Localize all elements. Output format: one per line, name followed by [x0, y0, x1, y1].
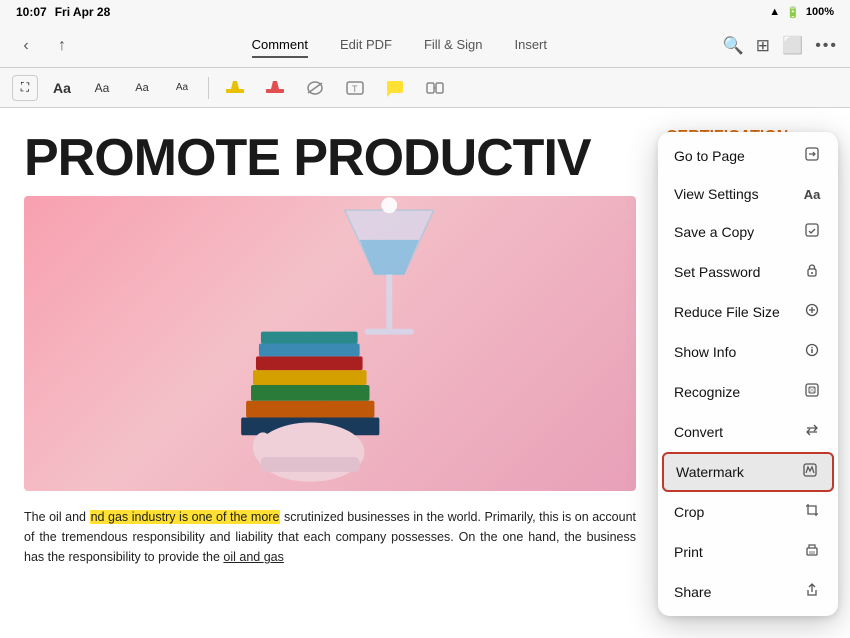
status-bar: 10:07 Fri Apr 28 ▲ 🔋 100%	[0, 0, 850, 24]
annotation-bar: ⛶ Aa Aa Aa Aa T	[0, 68, 850, 108]
menu-label-watermark: Watermark	[676, 464, 744, 480]
tab-comment[interactable]: Comment	[252, 33, 308, 58]
menu-label-recognize: Recognize	[674, 384, 740, 400]
menu-label-print: Print	[674, 544, 703, 560]
menu-item-print[interactable]: Print	[658, 532, 838, 572]
link-tool[interactable]	[419, 74, 451, 102]
menu-label-showinfo: Show Info	[674, 344, 736, 360]
print-icon	[802, 542, 822, 562]
toolbar-nav: ‹ ↑	[12, 32, 76, 60]
menu-label-goto: Go to Page	[674, 148, 745, 164]
underline-tool[interactable]	[259, 74, 291, 102]
page-title: PROMOTE PRODUCTIV	[24, 128, 636, 188]
highlighted-text: nd gas industry is one of the more	[90, 510, 281, 524]
date: Fri Apr 28	[55, 5, 111, 19]
menu-item-showinfo[interactable]: Show Info	[658, 332, 838, 372]
menu-item-crop[interactable]: Crop	[658, 492, 838, 532]
promo-image	[24, 196, 636, 491]
textbox-tool[interactable]: T	[339, 74, 371, 102]
convert-icon	[802, 422, 822, 442]
svg-text:T: T	[352, 84, 358, 94]
menu-item-convert[interactable]: Convert	[658, 412, 838, 452]
divider-1	[208, 77, 209, 99]
strikethrough-tool[interactable]	[299, 74, 331, 102]
watermark-icon	[800, 462, 820, 482]
menu-item-watermark[interactable]: Watermark	[662, 452, 834, 492]
saveacopy-icon	[802, 222, 822, 242]
tab-fillsign[interactable]: Fill & Sign	[424, 33, 483, 58]
tab-editpdf[interactable]: Edit PDF	[340, 33, 392, 58]
battery-icon: 🔋	[786, 6, 800, 19]
menu-item-reducefilesize[interactable]: Reduce File Size	[658, 292, 838, 332]
toolbar: ‹ ↑ Comment Edit PDF Fill & Sign Insert …	[0, 24, 850, 68]
menu-item-setpassword[interactable]: Set Password	[658, 252, 838, 292]
view-icon[interactable]: ⬜	[782, 36, 803, 56]
grid-icon[interactable]: ⊞	[756, 36, 770, 56]
back-button[interactable]: ‹	[12, 32, 40, 60]
menu-label-reducefilesize: Reduce File Size	[674, 304, 780, 320]
share-button[interactable]: ↑	[48, 32, 76, 60]
tab-insert[interactable]: Insert	[514, 33, 547, 58]
main-content: PROMOTE PRODUCTIV	[0, 108, 850, 638]
menu-item-recognize[interactable]: Recognize	[658, 372, 838, 412]
toolbar-actions: 🔍 ⊞ ⬜ •••	[723, 36, 838, 56]
share-icon	[802, 582, 822, 602]
menu-item-goto[interactable]: Go to Page	[658, 136, 838, 176]
note-tool[interactable]	[379, 74, 411, 102]
menu-item-share[interactable]: Share	[658, 572, 838, 612]
font-aa-small[interactable]: Aa	[126, 74, 158, 102]
more-icon[interactable]: •••	[815, 37, 838, 55]
viewsettings-icon: Aa	[802, 187, 822, 202]
dropdown-menu: Go to Page View Settings Aa Save a Copy …	[658, 132, 838, 616]
expand-button[interactable]: ⛶	[12, 75, 38, 101]
highlight-tool[interactable]	[219, 74, 251, 102]
pdf-page: PROMOTE PRODUCTIV	[0, 108, 660, 638]
menu-item-saveacopy[interactable]: Save a Copy	[658, 212, 838, 252]
menu-label-saveacopy: Save a Copy	[674, 224, 754, 240]
recognize-icon	[802, 382, 822, 402]
font-aa-normal[interactable]: Aa	[86, 74, 118, 102]
showinfo-icon	[802, 342, 822, 362]
crop-icon	[802, 502, 822, 522]
toolbar-tabs: Comment Edit PDF Fill & Sign Insert	[84, 33, 715, 58]
menu-item-viewsettings[interactable]: View Settings Aa	[658, 176, 838, 212]
time: 10:07	[16, 5, 47, 19]
search-icon[interactable]: 🔍	[723, 36, 744, 56]
wifi-icon: ▲	[769, 6, 780, 18]
menu-label-viewsettings: View Settings	[674, 186, 759, 202]
battery-pct: 100%	[806, 6, 834, 18]
font-aa-bold[interactable]: Aa	[46, 74, 78, 102]
reducefilesize-icon	[802, 302, 822, 322]
body-text: The oil and nd gas industry is one of th…	[24, 507, 636, 567]
menu-label-convert: Convert	[674, 424, 723, 440]
goto-icon	[802, 146, 822, 166]
font-aa-xsmall[interactable]: Aa	[166, 74, 198, 102]
menu-label-share: Share	[674, 584, 711, 600]
menu-label-setpassword: Set Password	[674, 264, 760, 280]
menu-label-crop: Crop	[674, 504, 704, 520]
underlined-text: oil and gas	[223, 550, 283, 564]
setpassword-icon	[802, 262, 822, 282]
